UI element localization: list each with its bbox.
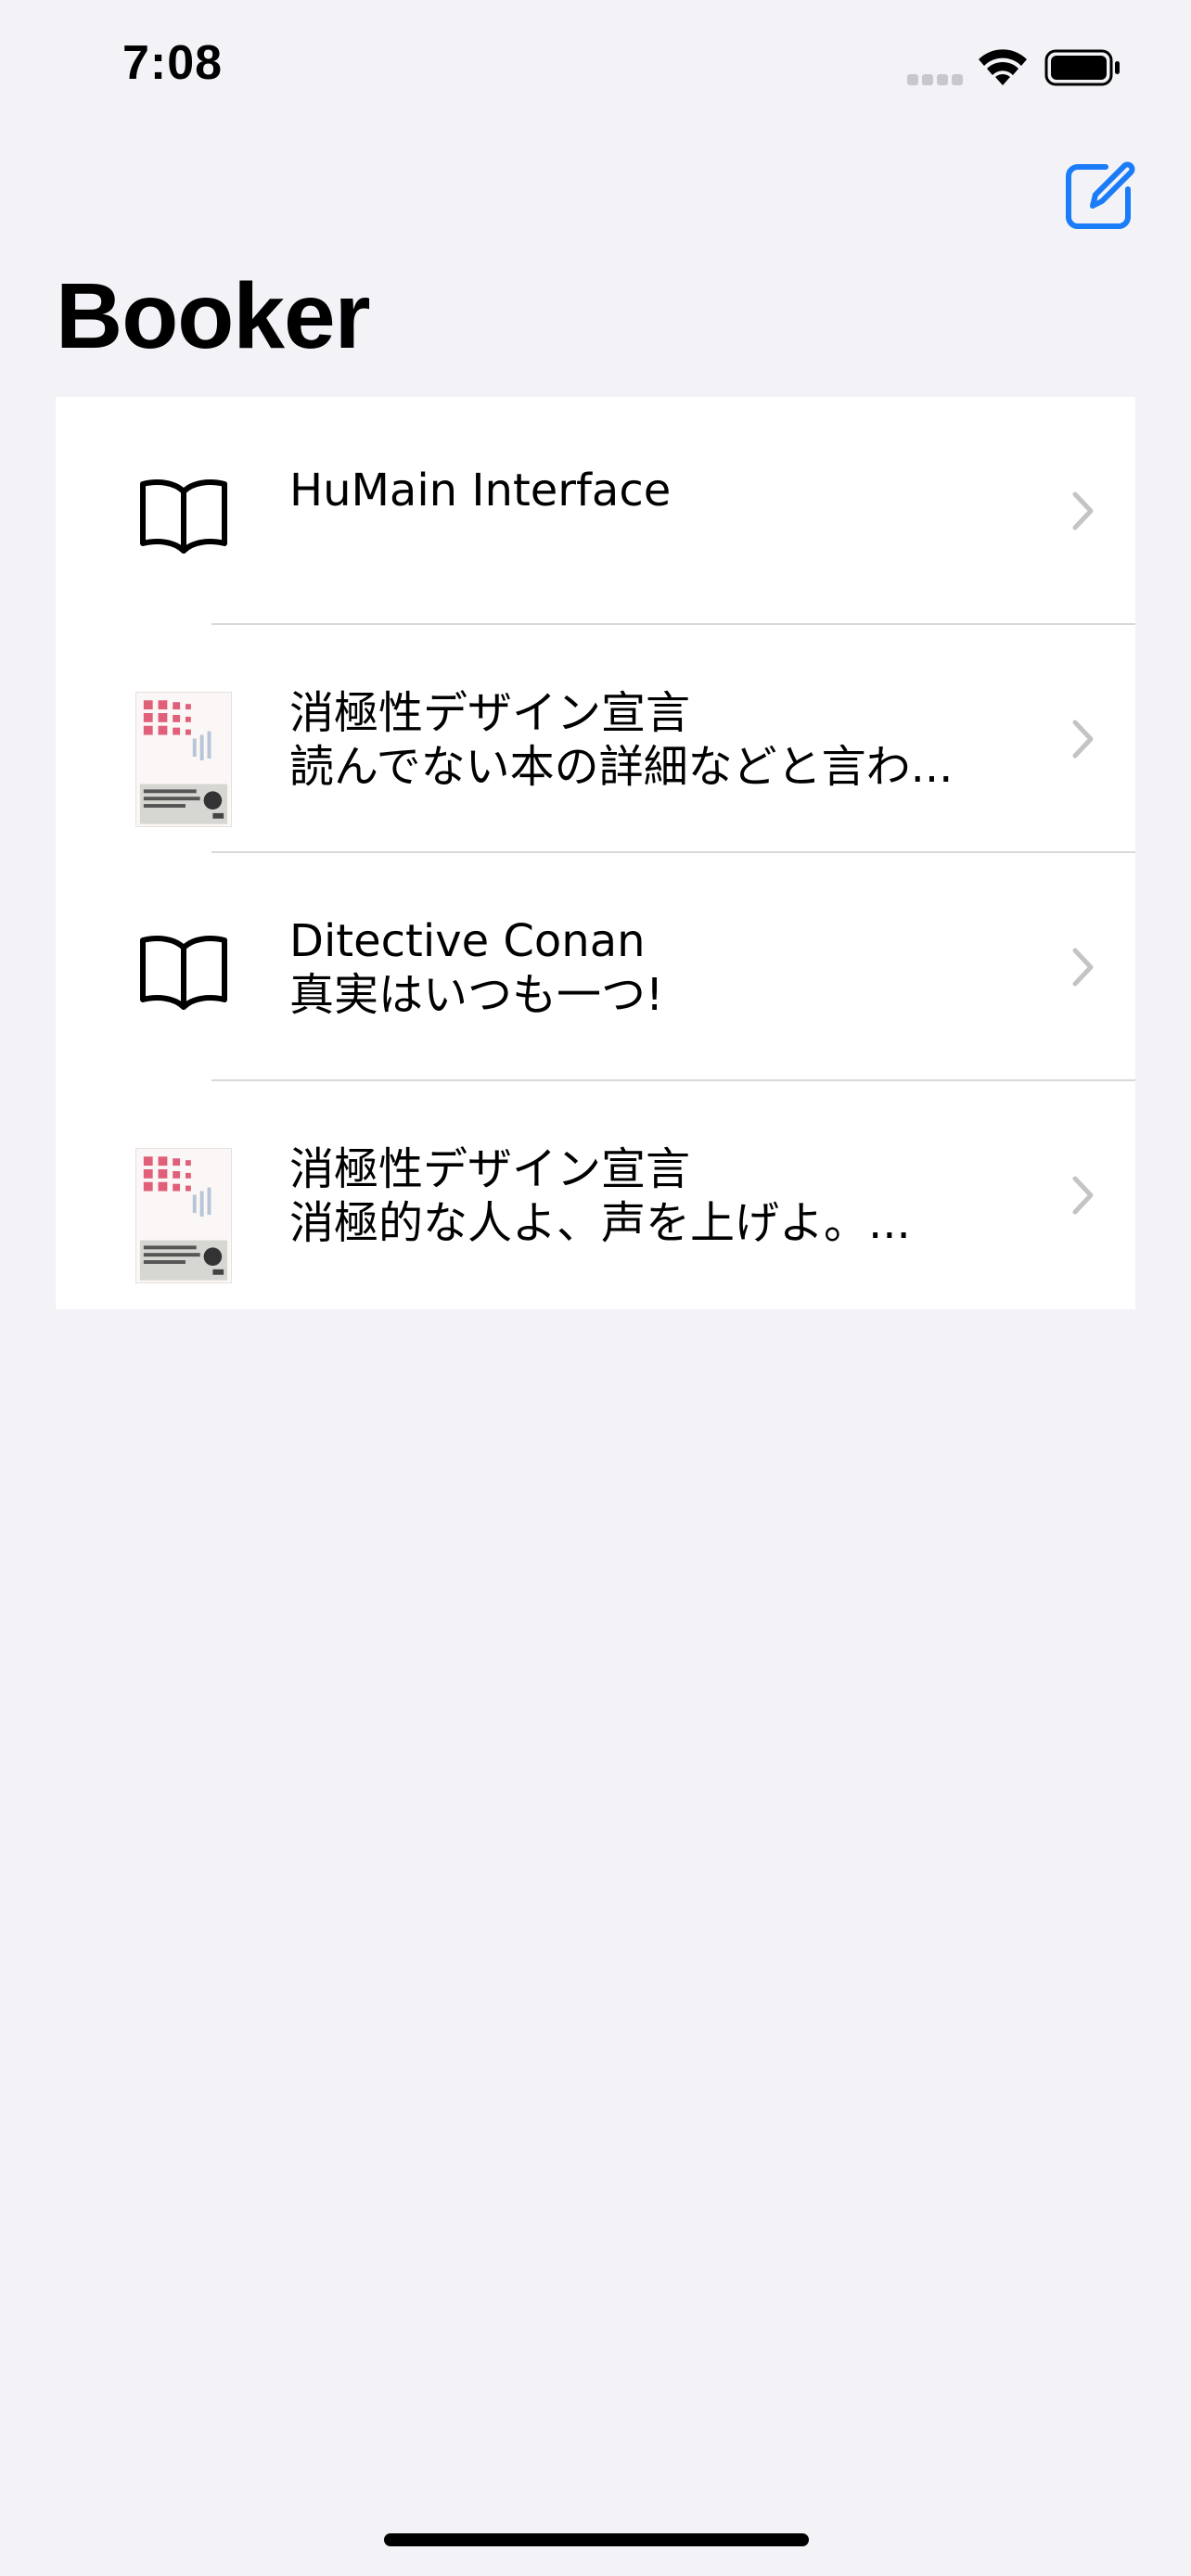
wifi-icon — [979, 49, 1027, 85]
book-subtitle: 真実はいつも一つ! — [289, 969, 664, 1021]
status-time: 7:08 — [122, 36, 224, 90]
home-indicator[interactable] — [384, 2533, 809, 2546]
compose-button[interactable] — [1065, 159, 1135, 230]
chevron-right-icon — [1072, 720, 1094, 759]
book-cover-thumbnail — [135, 1148, 232, 1283]
battery-icon — [1044, 49, 1120, 86]
status-bar: 7:08 — [0, 0, 1191, 139]
chevron-right-icon — [1072, 1176, 1094, 1215]
list-item[interactable]: 消極性デザイン宣言 消極的な人よ、声を上げよ。... — [56, 1081, 1135, 1309]
list-item[interactable]: Ditective Conan 真実はいつも一つ! — [56, 853, 1135, 1081]
book-list: HuMain Interface 消極性デザイン宣言 読んでない本の詳細などと言… — [56, 397, 1135, 1309]
book-title: HuMain Interface — [289, 465, 672, 516]
book-title: 消極性デザイン宣言 — [289, 687, 691, 739]
compose-icon — [1066, 161, 1135, 229]
book-icon — [140, 936, 227, 1010]
screen: 7:08 Booker HuMain Interface 消極性デザイン宣言 読… — [0, 0, 1191, 2576]
book-cover-thumbnail — [135, 692, 232, 827]
cellular-signal-icon — [907, 74, 963, 85]
list-item[interactable]: 消極性デザイン宣言 読んでない本の詳細などと言わ... — [56, 625, 1135, 853]
book-title: Ditective Conan — [289, 915, 646, 967]
book-title: 消極性デザイン宣言 — [289, 1143, 691, 1195]
chevron-right-icon — [1072, 948, 1094, 987]
book-icon — [140, 479, 227, 554]
page-title: Booker — [56, 264, 371, 368]
list-item[interactable]: HuMain Interface — [56, 397, 1135, 625]
chevron-right-icon — [1072, 491, 1094, 530]
book-subtitle: 読んでない本の詳細などと言わ... — [289, 741, 954, 793]
book-subtitle: 消極的な人よ、声を上げよ。... — [289, 1197, 911, 1249]
